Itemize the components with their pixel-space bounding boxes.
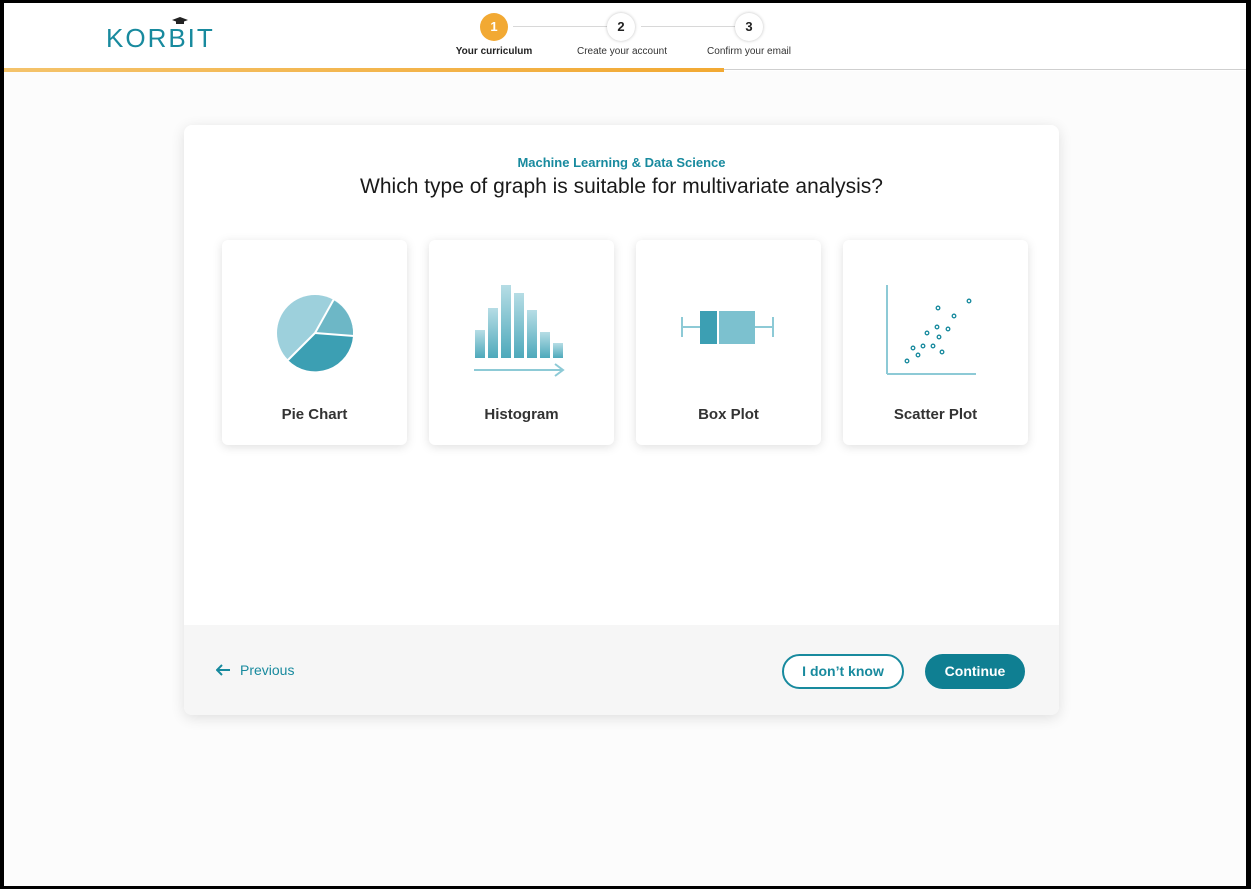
step-connector xyxy=(641,26,736,27)
scatter-plot-icon xyxy=(886,285,976,375)
option-histogram[interactable]: Histogram xyxy=(429,240,614,445)
option-pie-chart[interactable]: Pie Chart xyxy=(222,240,407,445)
option-label: Histogram xyxy=(484,406,559,423)
card-footer: Previous I don’t know Continue xyxy=(184,625,1059,715)
step-connector xyxy=(513,26,608,27)
graduation-cap-icon xyxy=(172,17,188,24)
option-label: Pie Chart xyxy=(281,406,348,423)
question-card: Machine Learning & Data Science Which ty… xyxy=(184,125,1059,715)
continue-button[interactable]: Continue xyxy=(925,654,1025,689)
option-label: Box Plot xyxy=(698,406,759,423)
previous-label: Previous xyxy=(240,662,295,678)
progress-bar xyxy=(4,68,725,72)
dont-know-button[interactable]: I don’t know xyxy=(782,654,904,689)
subject-label: Machine Learning & Data Science xyxy=(517,155,726,170)
step-3-indicator: 3 xyxy=(735,13,763,41)
korbit-logo[interactable]: KORBIT xyxy=(106,17,216,57)
logo-text: KORBIT xyxy=(106,23,215,53)
option-label: Scatter Plot xyxy=(893,406,978,423)
app-window: KORBIT 1 Your curriculum 2 Create your a… xyxy=(4,3,1246,886)
arrow-left-icon xyxy=(216,664,230,676)
histogram-icon xyxy=(474,285,565,377)
step-3-label: Confirm your email xyxy=(707,46,791,57)
step-1-indicator: 1 xyxy=(480,13,508,41)
box-plot-icon xyxy=(681,311,774,344)
step-1-label: Your curriculum xyxy=(455,46,533,57)
step-2-label: Create your account xyxy=(576,46,668,57)
step-2-indicator: 2 xyxy=(607,13,635,41)
option-box-plot[interactable]: Box Plot xyxy=(636,240,821,445)
previous-button[interactable]: Previous xyxy=(216,662,294,678)
pie-chart-icon xyxy=(277,295,355,372)
top-bar: KORBIT 1 Your curriculum 2 Create your a… xyxy=(4,3,1246,71)
question-text: Which type of graph is suitable for mult… xyxy=(360,175,883,198)
option-scatter-plot[interactable]: Scatter Plot xyxy=(843,240,1028,445)
